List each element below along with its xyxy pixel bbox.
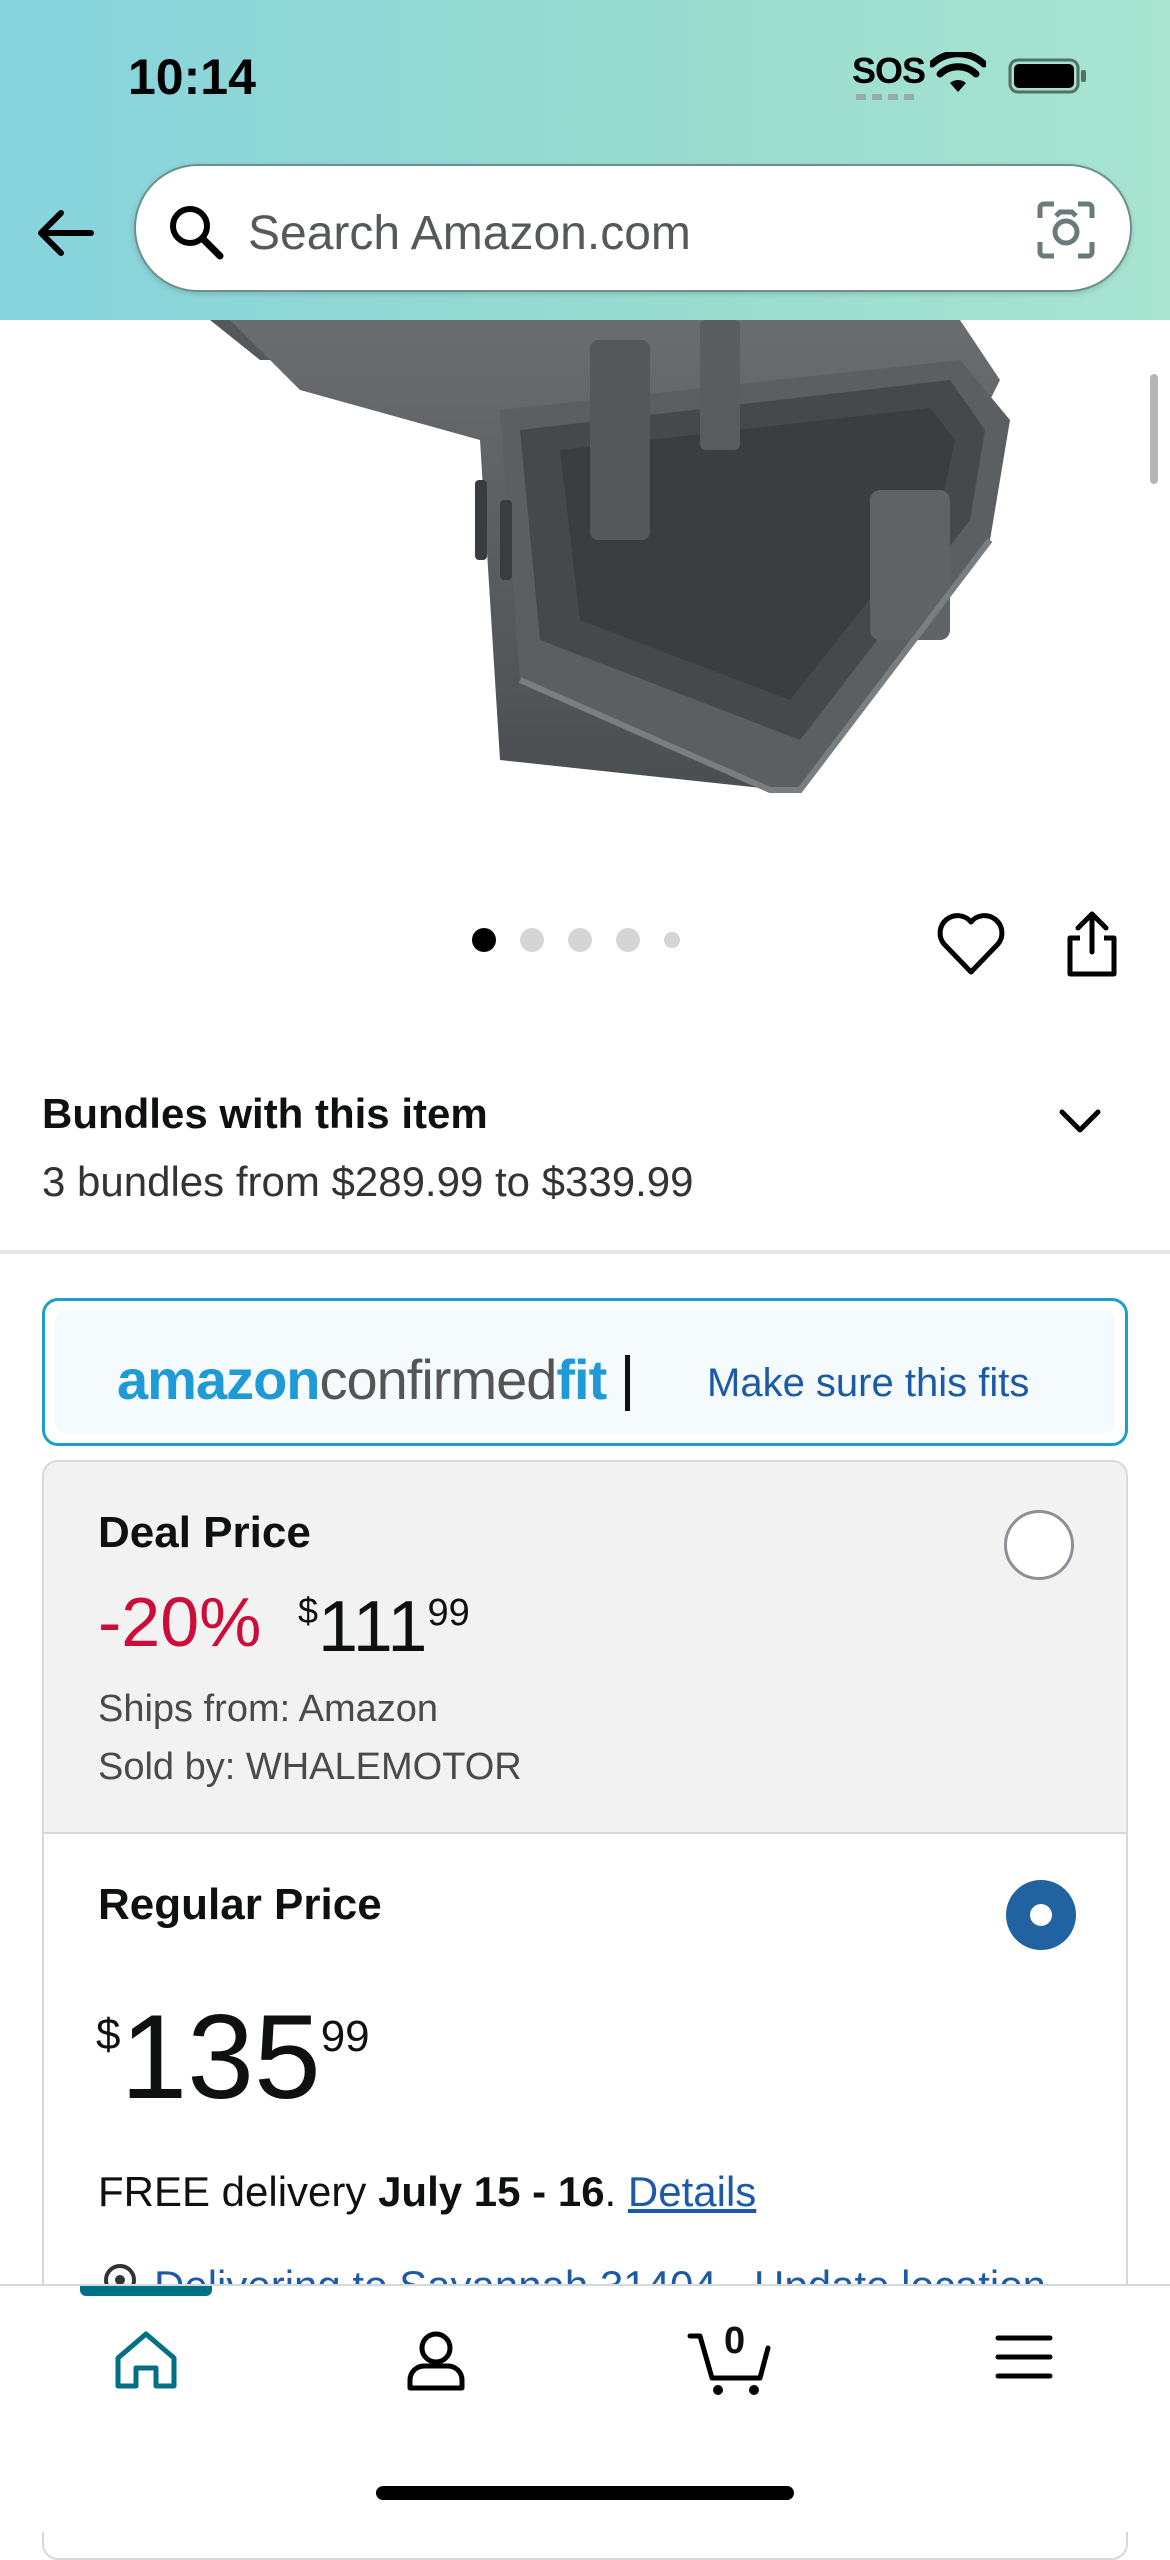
scrollbar[interactable] [1150,374,1158,484]
regular-price: $13599 [96,1990,370,2124]
camera-search-icon[interactable] [1034,198,1098,262]
search-input[interactable]: Search Amazon.com [134,164,1132,292]
account-icon[interactable] [404,2328,468,2392]
deal-price-title: Deal Price [98,1508,311,1557]
home-icon[interactable] [112,2328,180,2392]
sos-indicator: SOS [852,50,926,91]
image-carousel-dots[interactable] [472,928,680,952]
signal-dots [856,94,914,100]
carousel-dot[interactable] [568,928,592,952]
carousel-dot[interactable] [616,928,640,952]
carousel-dot[interactable] [472,928,496,952]
bundles-title: Bundles with this item [42,1090,488,1137]
menu-icon[interactable] [994,2332,1054,2382]
deal-price-option[interactable]: Deal Price -20% $11199 Ships from: Amazo… [44,1462,1126,1834]
cart-count: 0 [724,2320,746,2362]
home-indicator [376,2486,794,2500]
search-icon [170,206,224,260]
make-sure-fits-link[interactable]: Make sure this fits [707,1361,1029,1406]
confirmed-fit-banner[interactable]: amazonconfirmedfit Make sure this fits [42,1298,1128,1446]
battery-icon [1008,58,1086,94]
active-tab-indicator [80,2286,212,2296]
delivery-info: FREE delivery July 15 - 16. Details [98,2168,757,2215]
status-time: 10:14 [128,49,256,105]
bundles-subtitle: 3 bundles from $289.99 to $339.99 [42,1158,694,1205]
divider [0,1250,1170,1254]
sold-by: Sold by: WHALEMOTOR [98,1746,522,1788]
deal-price: $11199 [298,1587,470,1667]
regular-price-title: Regular Price [98,1880,382,1929]
search-placeholder: Search Amazon.com [248,207,691,260]
share-icon[interactable] [1064,908,1120,980]
arrow-left-icon [38,210,94,256]
ships-from: Ships from: Amazon [98,1688,439,1730]
deal-price-radio[interactable] [1004,1510,1074,1580]
wifi-icon [930,52,986,92]
chevron-down-icon[interactable] [1056,1104,1104,1138]
bundles-section[interactable]: Bundles with this item 3 bundles from $2… [0,1070,1170,1256]
details-link[interactable]: Details [628,2168,756,2215]
top-header: 10:14 SOS Search Amazon.com [0,0,1170,320]
amazon-confirmed-fit-logo: amazonconfirmedfit [117,1348,607,1411]
product-image[interactable] [0,320,1170,880]
separator [625,1355,630,1411]
product-photo-storage-bin [210,320,1010,793]
carousel-dot[interactable] [520,928,544,952]
regular-price-radio[interactable] [1006,1880,1076,1950]
heart-icon[interactable] [936,912,1006,978]
carousel-dot[interactable] [664,932,680,948]
deal-discount: -20% [98,1583,262,1661]
back-button[interactable] [30,198,100,268]
